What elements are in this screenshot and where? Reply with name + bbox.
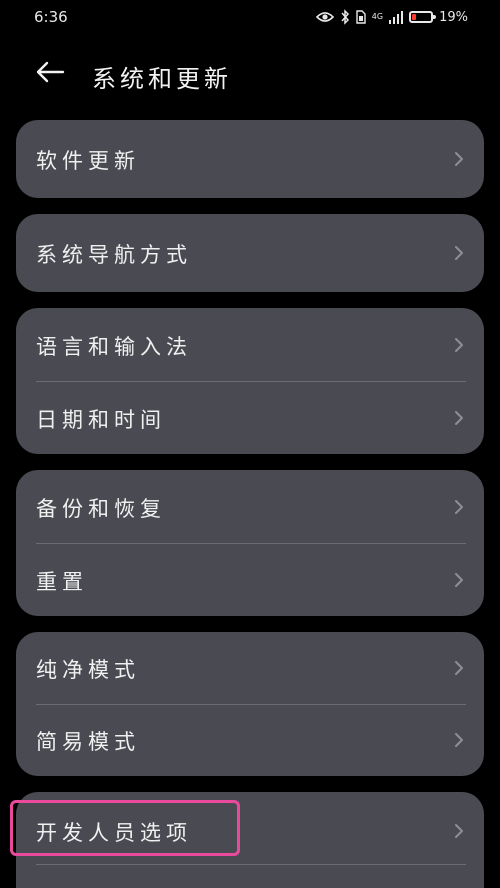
settings-group-update: 软件更新 [16,120,484,198]
battery-fill [412,14,417,20]
battery-percent: 19% [439,9,468,25]
menu-item-label: 语言和输入法 [36,335,192,359]
menu-item-developer-options[interactable]: 开发人员选项 [16,792,484,870]
settings-group-backup-reset: 备份和恢复 重置 [16,470,484,616]
settings-group-language-date: 语言和输入法 日期和时间 [16,308,484,454]
menu-item-label: 纯净模式 [36,658,140,682]
menu-item-software-update[interactable]: 软件更新 [16,120,484,198]
chevron-right-icon [455,411,463,425]
status-icons: 4G 19% [315,8,468,26]
chevron-right-icon [455,573,463,587]
eye-icon [315,11,334,23]
signal-icon [389,10,404,24]
menu-item-label: 日期和时间 [36,408,166,432]
chevron-right-icon [455,824,463,838]
back-button[interactable] [30,54,70,94]
menu-item-reset[interactable]: 重置 [16,543,484,616]
battery: 19% [409,10,468,25]
chevron-right-icon [455,338,463,352]
menu-item-label: 开发人员选项 [36,821,192,845]
header: 系统和更新 [0,44,500,102]
settings-group-developer: 开发人员选项 [16,792,484,888]
chevron-right-icon [455,246,463,260]
chevron-right-icon [455,500,463,514]
status-bar: 6:36 4G 19% [0,0,500,34]
chevron-right-icon [455,661,463,675]
menu-item-label: 备份和恢复 [36,497,166,521]
settings-group-modes: 纯净模式 简易模式 [16,632,484,776]
chevron-right-icon [455,733,463,747]
menu-item-label: 系统导航方式 [36,243,192,267]
menu-item-date-time[interactable]: 日期和时间 [16,381,484,454]
divider [36,864,466,865]
chevron-right-icon [455,152,463,166]
menu-item-label: 软件更新 [36,149,140,173]
battery-icon [409,11,437,23]
menu-item-label: 简易模式 [36,730,140,754]
status-time: 6:36 [34,8,68,26]
menu-item-system-navigation[interactable]: 系统导航方式 [16,214,484,292]
menu-item-simple-mode[interactable]: 简易模式 [16,704,484,776]
bluetooth-icon [340,9,350,25]
sim-card-icon [356,10,366,24]
menu-item-label: 重置 [36,570,88,594]
arrow-left-icon [35,61,65,87]
menu-item-pure-mode[interactable]: 纯净模式 [16,632,484,704]
settings-group-navigation: 系统导航方式 [16,214,484,292]
menu-item-backup-restore[interactable]: 备份和恢复 [16,470,484,543]
network-type-label: 4G [371,12,384,21]
page-title: 系统和更新 [92,65,232,93]
menu-item-language-input[interactable]: 语言和输入法 [16,308,484,381]
